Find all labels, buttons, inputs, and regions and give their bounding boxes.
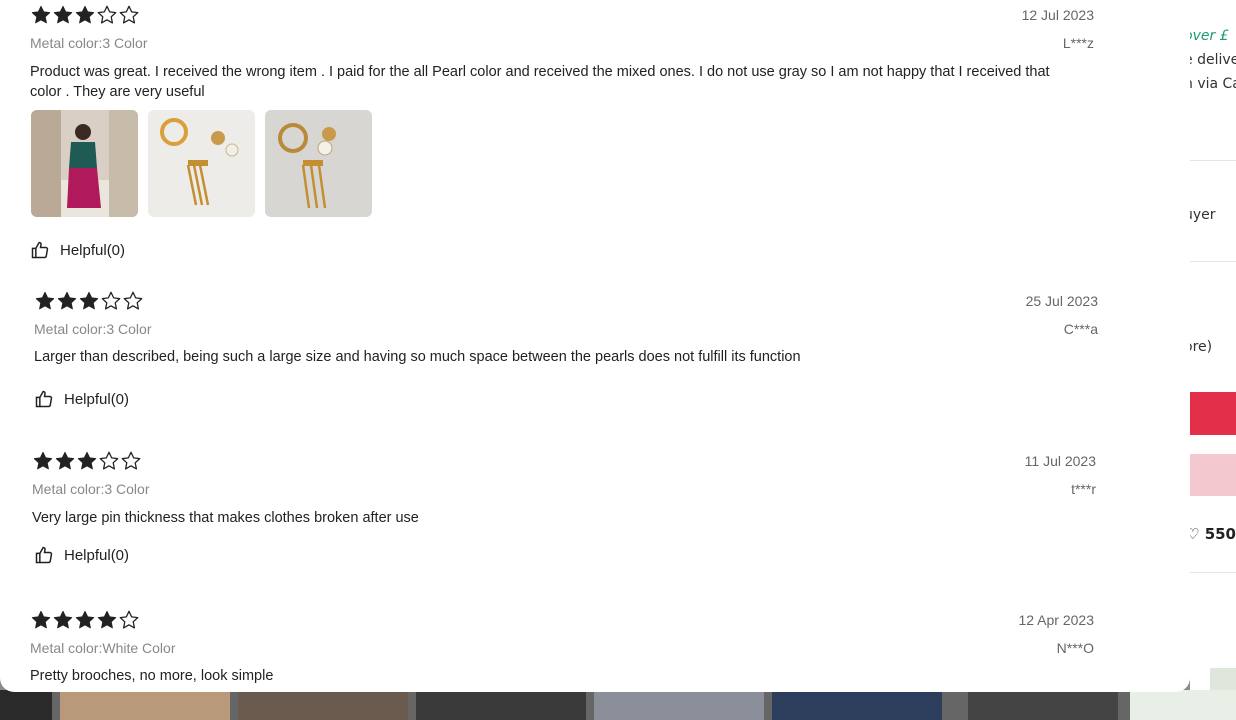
product-thumbnail[interactable] [238,690,408,720]
thumbs-up-icon [35,546,53,564]
star-empty-icon [96,4,118,26]
delivery-text: e delive [1190,52,1236,68]
recommendation-strip [0,690,1236,720]
review-photo[interactable] [148,110,255,217]
review-text: Larger than described, being such a larg… [34,349,801,365]
payment-text: n via Ca [1190,76,1236,92]
star-filled-icon [52,609,74,631]
star-filled-icon [78,290,100,312]
divider [1190,261,1236,262]
thumbs-up-icon [35,390,53,408]
buyer-text: uyer [1190,207,1216,223]
variant-label: Metal color:White Color [30,640,176,656]
star-empty-icon [98,450,120,472]
product-thumbnail[interactable] [968,690,1118,720]
review-item: 11 Jul 2023 Metal color:3 Color t***r Ve… [0,440,1190,580]
product-thumbnail[interactable] [772,690,942,720]
helpful-button[interactable]: Helpful(0) [34,389,129,409]
review-item: 25 Jul 2023 Metal color:3 Color C***a La… [0,280,1190,430]
star-empty-icon [100,290,122,312]
star-filled-icon [30,609,52,631]
star-filled-icon [52,4,74,26]
review-text: Product was great. I received the wrong … [30,64,1050,100]
star-filled-icon [76,450,98,472]
wishlist-count: 550 [1204,525,1236,543]
star-rating [30,609,140,631]
star-filled-icon [56,290,78,312]
product-thumbnail[interactable] [0,690,52,720]
review-photos [31,110,372,217]
star-filled-icon [34,290,56,312]
reviewer-name: L***z [1062,35,1094,51]
thumbs-up-icon [31,241,49,259]
star-empty-icon [118,4,140,26]
variant-label: Metal color:3 Color [32,481,150,497]
star-filled-icon [96,609,118,631]
helpful-button[interactable]: Helpful(0) [34,545,129,565]
helpful-label: Helpful(0) [64,390,130,408]
product-thumbnail[interactable] [1130,690,1236,720]
star-rating [32,450,142,472]
background-page: over £ e delive n via Ca uyer ore) ♡ 550 [1190,0,1236,720]
promo-text: over £ [1190,28,1229,44]
wishlist-button[interactable]: ♡ 550 [1190,525,1236,543]
review-date: 12 Jul 2023 [1021,7,1094,23]
star-rating [34,290,144,312]
buy-now-button[interactable] [1190,392,1236,435]
add-to-cart-button[interactable] [1190,454,1236,496]
star-filled-icon [30,4,52,26]
heart-icon: ♡ [1190,525,1200,543]
review-date: 11 Jul 2023 [1024,453,1096,469]
review-date: 12 Apr 2023 [1018,612,1094,628]
star-empty-icon [118,609,140,631]
store-text: ore) [1190,339,1213,355]
divider [1190,572,1236,573]
star-empty-icon [122,290,144,312]
star-rating [30,4,140,26]
star-filled-icon [32,450,54,472]
variant-label: Metal color:3 Color [30,35,148,51]
divider [1190,160,1236,161]
review-photo[interactable] [265,110,372,217]
product-thumbnail[interactable] [1210,668,1236,692]
star-filled-icon [54,450,76,472]
reviewer-name: t***r [1071,481,1096,497]
review-text: Pretty brooches, no more, look simple [30,668,274,684]
product-thumbnail[interactable] [60,690,230,720]
reviewer-name: N***O [1056,640,1094,656]
variant-label: Metal color:3 Color [34,321,152,337]
star-filled-icon [74,4,96,26]
product-thumbnail[interactable] [594,690,764,720]
helpful-label: Helpful(0) [60,241,126,259]
helpful-label: Helpful(0) [64,546,130,564]
review-text: Very large pin thickness that makes clot… [32,510,419,526]
product-thumbnail[interactable] [416,690,586,720]
review-item: 12 Jul 2023 Metal color:3 Color L***z Pr… [0,0,1190,270]
reviewer-name: C***a [1063,321,1098,337]
star-filled-icon [74,609,96,631]
review-item: 12 Apr 2023 Metal color:White Color N***… [0,600,1190,692]
helpful-button[interactable]: Helpful(0) [30,240,125,260]
reviews-modal: 12 Jul 2023 Metal color:3 Color L***z Pr… [0,0,1190,692]
star-empty-icon [120,450,142,472]
review-date: 25 Jul 2023 [1025,293,1098,309]
review-photo[interactable] [31,110,138,217]
